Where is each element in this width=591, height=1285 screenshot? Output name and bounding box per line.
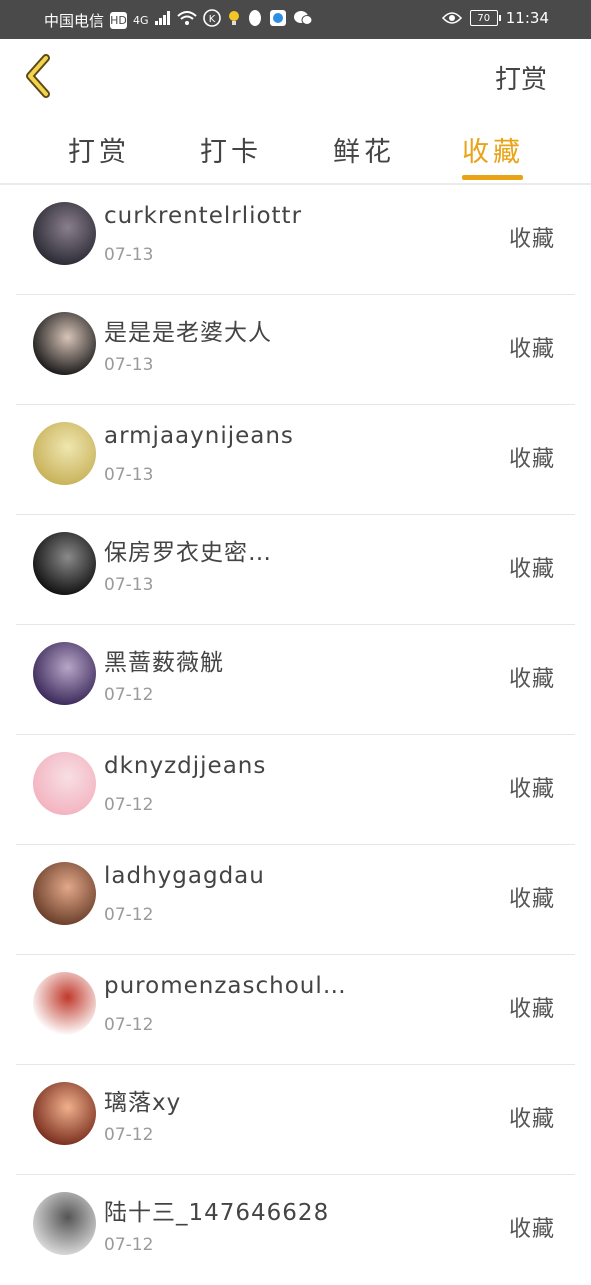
user-name: armjaaynijeans [104, 423, 294, 449]
tab-flowers[interactable]: 鲜花 [333, 130, 395, 169]
user-name: 陆十三_147646628 [104, 1200, 330, 1226]
eye-icon [441, 11, 462, 25]
qq-icon [247, 9, 263, 31]
favorite-label: 收藏 [508, 887, 555, 912]
avatar[interactable] [33, 1192, 96, 1255]
tab-checkin[interactable]: 打卡 [200, 130, 262, 169]
list-item[interactable]: curkrentelrliottr 07-13 收藏 [0, 185, 591, 295]
signal-icon [154, 11, 171, 29]
tab-reward[interactable]: 打赏 [68, 130, 130, 169]
user-name: 璃落xy [104, 1090, 182, 1116]
list-item[interactable]: armjaaynijeans 07-13 收藏 [0, 405, 591, 515]
favorite-label: 收藏 [508, 227, 555, 252]
favorite-label: 收藏 [508, 557, 555, 582]
item-date: 07-13 [104, 355, 154, 375]
hd-icon: HD [110, 11, 128, 29]
favorites-list: curkrentelrliottr 07-13 收藏 是是是老婆大人 07-13… [0, 185, 591, 1285]
user-name: puromenzaschoul… [104, 973, 347, 999]
item-date: 07-13 [104, 245, 154, 265]
user-name: ladhygagdau [104, 863, 265, 889]
avatar[interactable] [33, 1082, 96, 1145]
list-item[interactable]: ladhygagdau 07-12 收藏 [0, 845, 591, 955]
list-item[interactable]: puromenzaschoul… 07-12 收藏 [0, 955, 591, 1065]
reward-header-button[interactable]: 打赏 [495, 59, 547, 96]
item-date: 07-12 [104, 905, 154, 925]
favorite-label: 收藏 [508, 337, 555, 362]
list-item[interactable]: 黑蔷薮薇觥 07-12 收藏 [0, 625, 591, 735]
bulb-app-icon [227, 9, 241, 31]
user-name: dknyzdjjeans [104, 753, 267, 779]
chevron-left-icon [26, 54, 50, 98]
item-date: 07-12 [104, 685, 154, 705]
item-date: 07-13 [104, 465, 154, 485]
svg-text:K: K [208, 14, 215, 25]
wechat-icon [293, 10, 313, 30]
browser-app-icon [269, 9, 287, 31]
user-name: 保房罗衣史密… [104, 540, 272, 566]
item-date: 07-12 [104, 795, 154, 815]
avatar[interactable] [33, 422, 96, 485]
status-bar: 中国电信 HD 4G K 70 11:34 [0, 0, 591, 39]
avatar[interactable] [33, 202, 96, 265]
avatar[interactable] [33, 862, 96, 925]
favorite-label: 收藏 [508, 447, 555, 472]
list-item[interactable]: 璃落xy 07-12 收藏 [0, 1065, 591, 1175]
favorite-label: 收藏 [508, 1217, 555, 1242]
item-date: 07-12 [104, 1015, 154, 1035]
favorite-label: 收藏 [508, 777, 555, 802]
list-item[interactable]: 是是是老婆大人 07-13 收藏 [0, 295, 591, 405]
avatar[interactable] [33, 532, 96, 595]
favorite-label: 收藏 [508, 997, 555, 1022]
wifi-icon [176, 11, 197, 29]
list-item[interactable]: 保房罗衣史密… 07-13 收藏 [0, 515, 591, 625]
tab-favorites[interactable]: 收藏 [462, 130, 524, 169]
k-app-icon: K [202, 9, 221, 31]
user-name: 是是是老婆大人 [104, 320, 272, 346]
tab-bar: 打赏 打卡 鲜花 收藏 [0, 114, 591, 184]
list-item[interactable]: dknyzdjjeans 07-12 收藏 [0, 735, 591, 845]
clock-time: 11:34 [505, 9, 549, 27]
user-name: curkrentelrliottr [104, 203, 303, 229]
list-item[interactable]: 陆十三_147646628 07-12 收藏 [0, 1175, 591, 1285]
battery-icon: 70 [469, 10, 501, 26]
avatar[interactable] [33, 312, 96, 375]
user-name: 黑蔷薮薇觥 [104, 650, 224, 676]
avatar[interactable] [33, 752, 96, 815]
avatar[interactable] [33, 642, 96, 705]
active-tab-indicator [462, 175, 523, 180]
avatar[interactable] [33, 972, 96, 1035]
network-type: 4G [133, 13, 149, 27]
item-date: 07-13 [104, 575, 154, 595]
back-button[interactable] [22, 54, 58, 98]
app-header: 打赏 [0, 39, 591, 114]
item-date: 07-12 [104, 1235, 154, 1255]
favorite-label: 收藏 [508, 1107, 555, 1132]
favorite-label: 收藏 [508, 667, 555, 692]
item-date: 07-12 [104, 1125, 154, 1145]
carrier-label: 中国电信 [44, 11, 105, 30]
